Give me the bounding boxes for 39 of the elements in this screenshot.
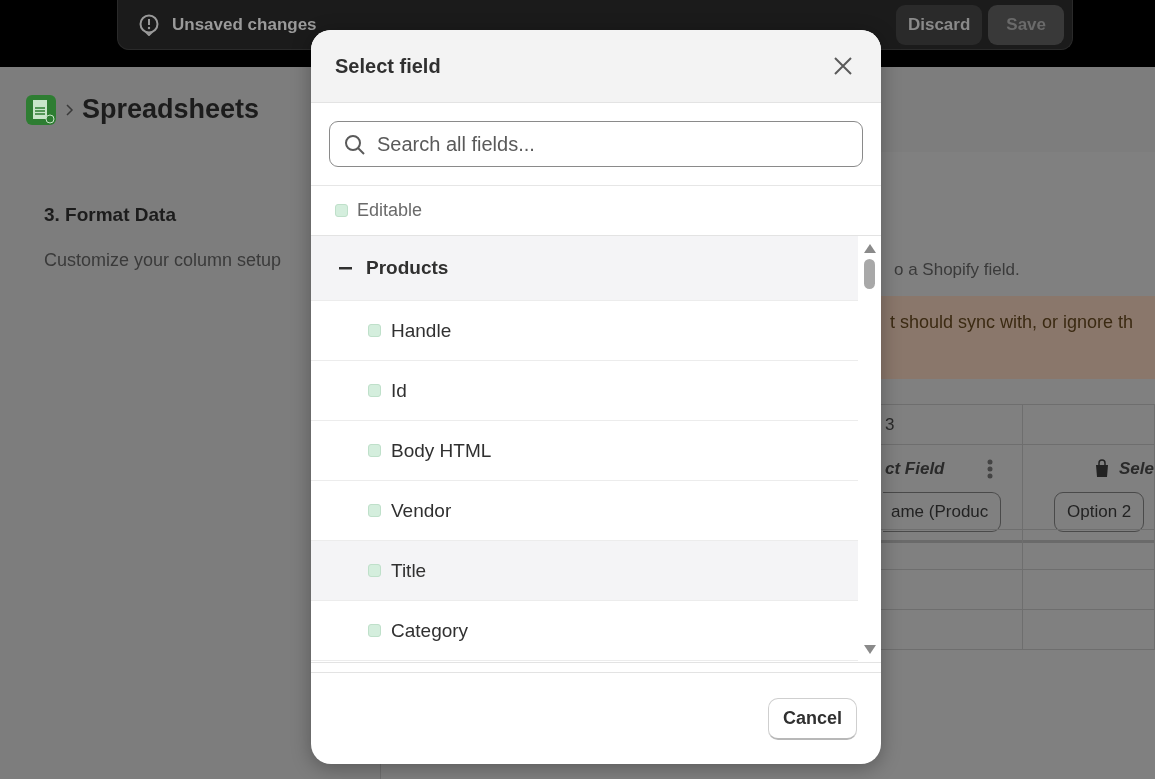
field-option[interactable]: Category: [311, 601, 858, 661]
section-title: 3. Format Data: [44, 204, 176, 226]
unsaved-message: Unsaved changes: [172, 14, 318, 35]
field-option[interactable]: Title: [311, 541, 858, 601]
editable-swatch: [368, 624, 381, 637]
legend-label: Editable: [357, 200, 423, 221]
section-description: Customize your column setup: [44, 250, 282, 271]
kebab-menu-icon[interactable]: [986, 458, 993, 479]
cancel-button[interactable]: Cancel: [767, 697, 857, 740]
group-row[interactable]: Products: [311, 236, 858, 301]
discard-button[interactable]: Discard: [895, 4, 983, 45]
scroll-down-icon: [862, 644, 877, 656]
editable-swatch: [368, 564, 381, 577]
editable-swatch: [368, 324, 381, 337]
editable-swatch: [368, 504, 381, 517]
dialog-title: Select field: [335, 54, 442, 78]
chevron-right-icon: [65, 102, 74, 117]
spreadsheet-logo-icon: [25, 93, 57, 126]
warning-text: t should sync with, or ignore th: [890, 312, 1134, 332]
column-heading: Sele: [1119, 458, 1154, 479]
field-option[interactable]: Id: [311, 361, 858, 421]
alert-icon: [138, 13, 160, 36]
field-select-button[interactable]: ame (Produc: [883, 491, 1002, 532]
column-heading: ct Field: [885, 458, 945, 479]
field-select-button[interactable]: Option 2: [1054, 491, 1145, 532]
editable-swatch: [368, 384, 381, 397]
field-option[interactable]: Body HTML: [311, 421, 858, 481]
close-icon: [833, 56, 853, 76]
editable-swatch: [335, 204, 348, 217]
column-letter: 3: [885, 414, 895, 435]
search-field[interactable]: Search all fields...: [329, 121, 863, 167]
shopping-bag-icon: [1093, 459, 1111, 478]
page-title: Spreadsheets: [82, 94, 260, 125]
hint-text: o a Shopify field.: [894, 260, 1020, 279]
scrollbar-thumb[interactable]: [864, 259, 875, 289]
field-option[interactable]: Handle: [311, 301, 858, 361]
scroll-up-icon: [862, 242, 877, 254]
search-icon: [344, 134, 365, 155]
editable-swatch: [368, 444, 381, 457]
